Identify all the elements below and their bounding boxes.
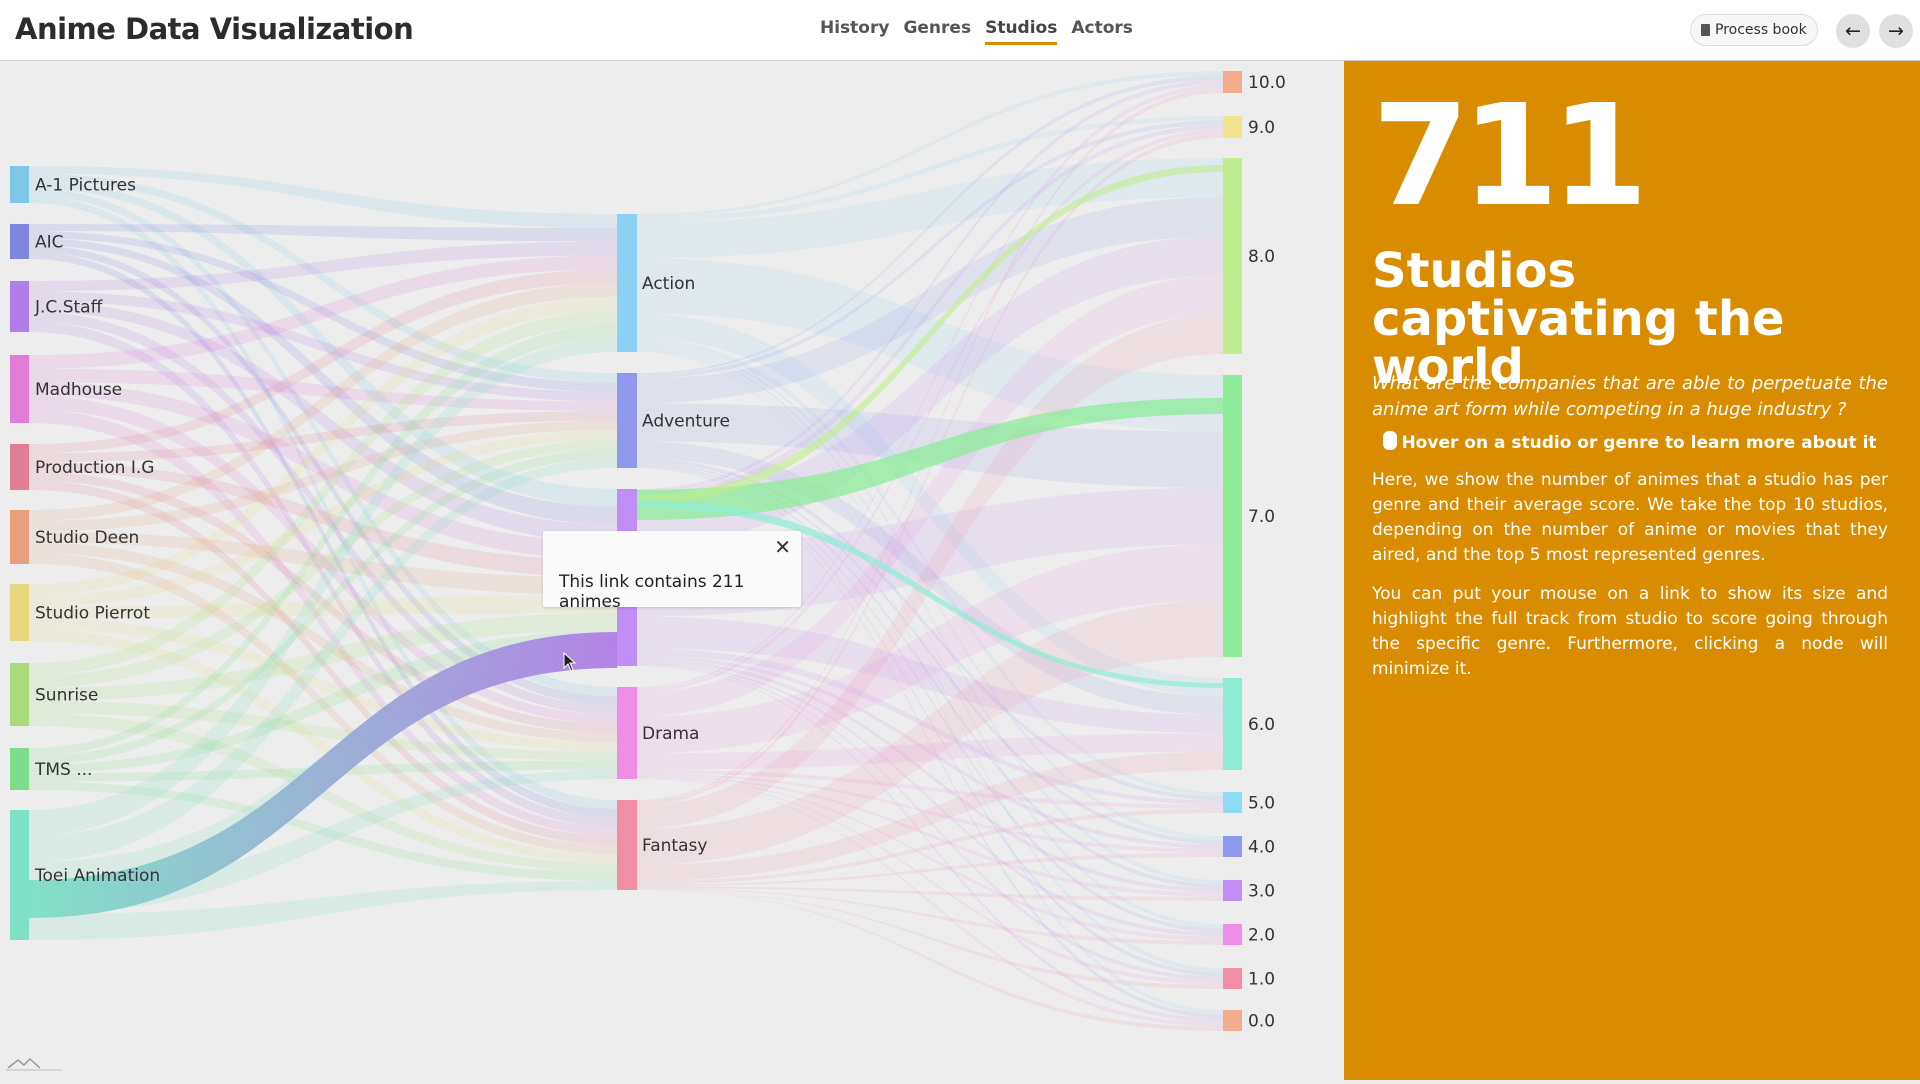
score-label-6-0: 6.0: [1248, 715, 1275, 735]
studio-label-studio-deen: Studio Deen: [35, 528, 139, 548]
score-node-2-0[interactable]: [1223, 924, 1242, 945]
studio-label-a-1-pictures: A-1 Pictures: [35, 176, 136, 196]
score-node-9-0[interactable]: [1223, 116, 1242, 138]
score-label-3-0: 3.0: [1248, 882, 1275, 902]
genre-node-action[interactable]: [617, 214, 637, 352]
score-node-1-0[interactable]: [1223, 968, 1242, 989]
panel-headline: Studios captivating the world: [1372, 243, 1785, 395]
close-icon[interactable]: ✕: [774, 535, 791, 559]
studio-node-aic[interactable]: [10, 224, 29, 259]
studio-label-j-c-staff: J.C.Staff: [34, 298, 104, 318]
studio-count: 711: [1372, 75, 1648, 238]
studio-node-tms[interactable]: [10, 748, 29, 790]
nav-genres[interactable]: Genres: [903, 18, 971, 45]
score-label-8-0: 8.0: [1248, 247, 1275, 267]
forward-button[interactable]: →: [1879, 14, 1913, 48]
genre-label-adventure: Adventure: [642, 412, 730, 432]
mountain-logo-icon: [6, 1057, 62, 1071]
score-node-7-0[interactable]: [1223, 375, 1242, 657]
genre-label-action: Action: [642, 274, 695, 294]
score-label-2-0: 2.0: [1248, 926, 1275, 946]
top-bar: Anime Data Visualization History Genres …: [0, 0, 1920, 61]
score-node-8-0[interactable]: [1223, 158, 1242, 354]
score-label-5-0: 5.0: [1248, 794, 1275, 814]
info-panel: 711 Studios captivating the world What a…: [1344, 61, 1920, 1080]
studio-node-sunrise[interactable]: [10, 663, 29, 726]
genre-node-fantasy[interactable]: [617, 800, 637, 890]
score-label-1-0: 1.0: [1248, 970, 1275, 990]
score-node-6-0[interactable]: [1223, 678, 1242, 770]
studio-node-production-i-g[interactable]: [10, 444, 29, 490]
studio-node-studio-deen[interactable]: [10, 510, 29, 564]
studio-label-aic: AIC: [35, 233, 64, 253]
studio-label-tms: TMS ...: [34, 760, 92, 780]
score-label-7-0: 7.0: [1248, 507, 1275, 527]
back-button[interactable]: ←: [1836, 14, 1870, 48]
panel-paragraph-2: You can put your mouse on a link to show…: [1372, 584, 1888, 679]
mouse-icon: [1383, 431, 1398, 450]
studio-node-toei-animation[interactable]: [10, 810, 29, 940]
hover-hint: Hover on a studio or genre to learn more…: [1372, 431, 1888, 453]
link-tooltip: ✕ This link contains 211 animes: [543, 531, 801, 612]
studio-label-toei-animation: Toei Animation: [34, 866, 160, 886]
arrow-left-icon: ←: [1845, 20, 1861, 42]
studio-label-madhouse: Madhouse: [35, 380, 122, 400]
nav-history[interactable]: History: [820, 18, 889, 45]
score-node-0-0[interactable]: [1223, 1010, 1242, 1031]
score-label-4-0: 4.0: [1248, 838, 1275, 858]
panel-question: What are the companies that are able to …: [1372, 373, 1888, 420]
score-node-3-0[interactable]: [1223, 880, 1242, 901]
process-book-label: Process book: [1715, 22, 1807, 38]
arrow-right-icon: →: [1888, 20, 1904, 42]
studio-node-studio-pierrot[interactable]: [10, 584, 29, 641]
genre-label-fantasy: Fantasy: [642, 836, 707, 856]
studio-label-sunrise: Sunrise: [35, 686, 98, 706]
score-node-4-0[interactable]: [1223, 836, 1242, 857]
genre-node-drama[interactable]: [617, 687, 637, 779]
main-nav: History Genres Studios Actors: [820, 18, 1133, 45]
score-label-0-0: 0.0: [1248, 1012, 1275, 1032]
studio-label-studio-pierrot: Studio Pierrot: [35, 604, 150, 624]
score-label-9-0: 9.0: [1248, 118, 1275, 138]
genre-label-drama: Drama: [642, 724, 699, 744]
studio-node-a-1-pictures[interactable]: [10, 166, 29, 203]
studio-node-j-c-staff[interactable]: [10, 281, 29, 332]
genre-node-adventure[interactable]: [617, 373, 637, 468]
score-node-10-0[interactable]: [1223, 71, 1242, 93]
tooltip-text: This link contains 211 animes: [559, 572, 745, 612]
app-title: Anime Data Visualization: [15, 12, 414, 46]
panel-paragraph-1: Here, we show the number of animes that …: [1372, 470, 1888, 565]
studio-node-madhouse[interactable]: [10, 355, 29, 423]
score-node-5-0[interactable]: [1223, 792, 1242, 813]
studio-label-production-i-g: Production I.G: [35, 458, 154, 478]
score-label-10-0: 10.0: [1248, 73, 1286, 93]
hover-hint-text: Hover on a studio or genre to learn more…: [1401, 433, 1877, 453]
nav-studios[interactable]: Studios: [985, 18, 1058, 45]
book-icon: [1701, 24, 1710, 36]
process-book-button[interactable]: Process book: [1690, 14, 1818, 46]
nav-actors[interactable]: Actors: [1071, 18, 1133, 45]
mouse-cursor-icon: [563, 652, 577, 672]
